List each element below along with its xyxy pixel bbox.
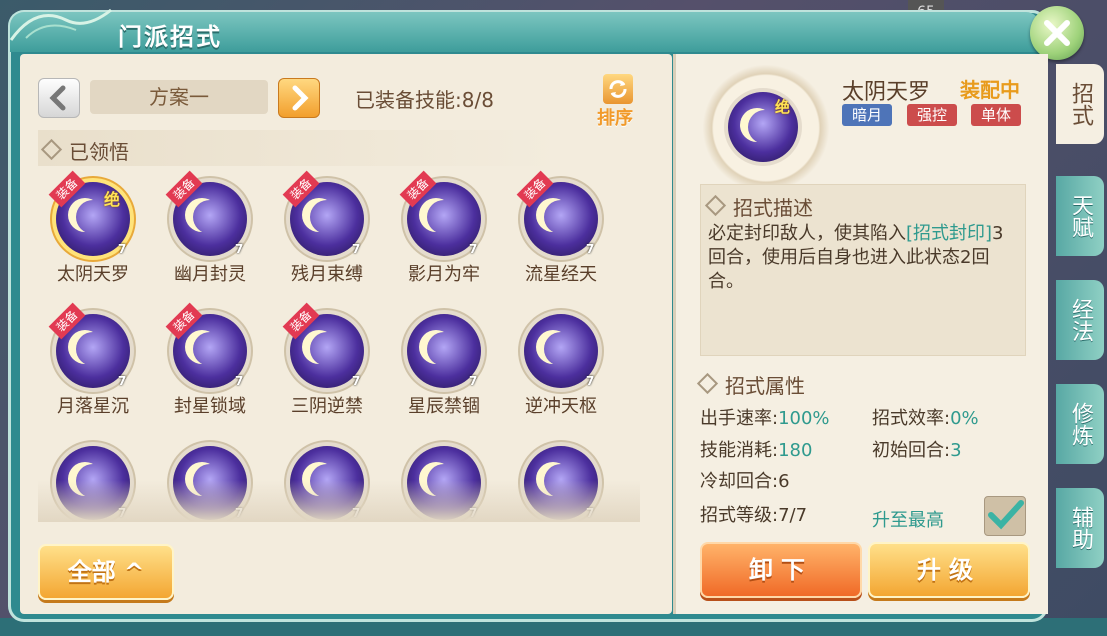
skill-item[interactable]: 装备 7 月落星沉 xyxy=(38,302,148,430)
attr-initial-round: 初始回合:3 xyxy=(872,440,962,461)
skill-level: 7 xyxy=(352,374,361,388)
upgrade-to-max-checkbox[interactable] xyxy=(984,496,1026,536)
crescent-moon-icon xyxy=(544,332,578,366)
skill-item[interactable]: 装备绝 7 太阴天罗 xyxy=(38,170,148,298)
skill-name: 太阴天罗 xyxy=(842,80,931,105)
attr-efficiency: 招式效率:0% xyxy=(872,408,979,429)
crescent-moon-icon xyxy=(310,200,344,234)
tab-scripture[interactable]: 经法 xyxy=(1056,280,1104,360)
skill-level: 7 xyxy=(586,242,595,256)
next-plan-button[interactable] xyxy=(278,78,320,118)
attr-cost: 技能消耗:180 xyxy=(700,440,813,461)
sort-button[interactable]: 排序 xyxy=(595,74,643,129)
skill-level: 7 xyxy=(235,242,244,256)
skill-level: 7 xyxy=(235,374,244,388)
skill-name: 月落星沉 xyxy=(57,396,129,417)
attr-cooldown: 冷却回合:6 xyxy=(700,471,790,492)
skill-name: 影月为牢 xyxy=(408,264,480,285)
skill-level: 7 xyxy=(586,374,595,388)
crescent-moon-icon xyxy=(310,332,344,366)
tab-talent[interactable]: 天赋 xyxy=(1056,176,1104,256)
chevron-left-icon xyxy=(49,85,66,111)
skill-level: 7 xyxy=(469,242,478,256)
skill-item[interactable]: 装备 7 流星经天 xyxy=(506,170,616,298)
skill-level: 7 xyxy=(118,242,127,256)
refresh-icon xyxy=(603,74,633,104)
tab-cultivation[interactable]: 修炼 xyxy=(1056,384,1104,464)
skill-level: 7 xyxy=(352,242,361,256)
description-title: 招式描述 xyxy=(704,192,813,221)
attr-level: 招式等级:7/7 xyxy=(700,505,808,526)
close-button[interactable] xyxy=(1030,6,1084,60)
skill-item[interactable]: 装备 7 封星锁域 xyxy=(155,302,265,430)
skill-name: 三阴逆禁 xyxy=(291,396,363,417)
tag-badge-target: 单体 xyxy=(971,104,1022,126)
diamond-icon xyxy=(40,138,63,161)
ultimate-mark: 绝 xyxy=(104,190,121,209)
upgrade-to-max-label: 升至最高 xyxy=(872,510,944,531)
skill-name: 封星锁域 xyxy=(174,396,246,417)
skill-name: 太阴天罗 xyxy=(57,264,129,285)
skill-name: 逆冲天枢 xyxy=(525,396,597,417)
skill-name: 流星经天 xyxy=(525,264,597,285)
upgrade-button[interactable]: 升级 xyxy=(868,542,1030,598)
crescent-moon-icon xyxy=(427,332,461,366)
description-text: 必定封印敌人，使其陷入[招式封印]3回合，使用后自身也进入此状态2回合。 xyxy=(708,223,1004,292)
filter-all-button[interactable]: 全部 ^ xyxy=(38,544,174,600)
unequip-button[interactable]: 卸下 xyxy=(700,542,862,598)
attributes-title: 招式属性 xyxy=(696,370,805,399)
skill-item[interactable]: 装备 7 影月为牢 xyxy=(389,170,499,298)
leaf-ornament-icon xyxy=(9,8,112,41)
skill-item[interactable]: 装备 7 三阴逆禁 xyxy=(272,302,382,430)
crescent-moon-icon xyxy=(193,332,227,366)
tag-badge-element: 暗月 xyxy=(842,104,893,126)
crescent-moon-icon xyxy=(76,332,110,366)
skill-item[interactable]: 装备 7 残月束缚 xyxy=(272,170,382,298)
skill-level: 7 xyxy=(469,374,478,388)
checkmark-icon xyxy=(988,500,1024,530)
ultimate-mark: 绝 xyxy=(775,98,791,116)
close-icon xyxy=(1044,20,1070,46)
diamond-icon xyxy=(696,372,719,395)
crescent-moon-icon xyxy=(544,200,578,234)
section-title: 已领悟 xyxy=(40,136,129,165)
tab-moves[interactable]: 招式 xyxy=(1056,64,1104,144)
crescent-moon-icon xyxy=(193,200,227,234)
skill-item[interactable]: 7 逆冲天枢 xyxy=(506,302,616,430)
panel-divider xyxy=(673,54,676,614)
skill-name: 星辰禁锢 xyxy=(408,396,480,417)
prev-plan-button[interactable] xyxy=(38,78,80,118)
equipped-skill-count: 已装备技能:8/8 xyxy=(355,88,494,112)
chevron-right-icon xyxy=(292,85,309,111)
skill-grid[interactable]: 装备绝 7 太阴天罗 装备 7 幽月封灵 装备 7 残月束缚 装备 7 影月为牢 装备 7 流星经天 装备 7 月… xyxy=(38,170,640,522)
skill-level: 7 xyxy=(118,374,127,388)
skill-name: 幽月封灵 xyxy=(174,264,246,285)
window-title: 门派招式 xyxy=(118,23,222,51)
skill-item[interactable]: 装备 7 幽月封灵 xyxy=(155,170,265,298)
tab-support[interactable]: 辅助 xyxy=(1056,488,1104,568)
skill-item[interactable]: 7 星辰禁锢 xyxy=(389,302,499,430)
grid-fade xyxy=(38,480,640,522)
attr-speed: 出手速率:100% xyxy=(700,408,830,429)
tag-badge-control: 强控 xyxy=(907,104,958,126)
status-badge: 装配中 xyxy=(960,78,1020,102)
chevron-up-icon: ^ xyxy=(124,558,145,586)
plan-selector[interactable]: 方案一 xyxy=(90,80,268,114)
skill-name: 残月束缚 xyxy=(291,264,363,285)
diamond-icon xyxy=(704,194,727,217)
crescent-moon-icon xyxy=(427,200,461,234)
